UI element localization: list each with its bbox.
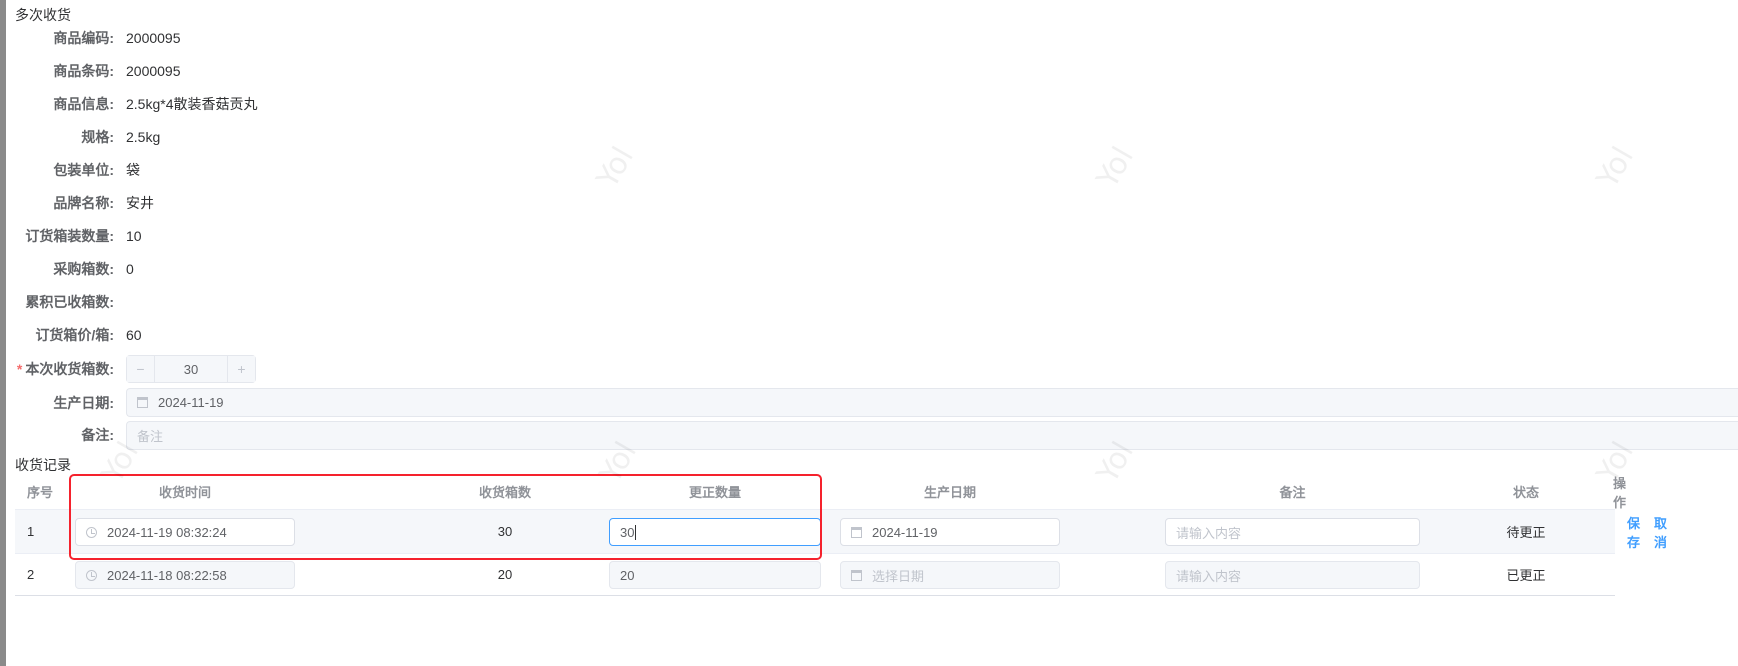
production-date-picker: 选择日期 — [840, 561, 1060, 589]
info-row: 商品条码: 2000095 — [0, 61, 181, 81]
field-label: 品牌名称: — [53, 195, 114, 211]
info-row: 包装单位: 袋 — [0, 160, 140, 180]
qty-value[interactable]: 30 — [155, 356, 227, 382]
info-row: 商品编码: 2000095 — [0, 28, 181, 48]
remark-row: 备注: — [81, 427, 114, 443]
field-value: 2.5kg*4散装香菇贡丸 — [126, 96, 258, 112]
field-value: 2000095 — [126, 30, 181, 46]
field-label: 商品条码: — [53, 63, 114, 79]
info-row: 采购箱数: 0 — [0, 259, 134, 279]
field-label: 规格: — [81, 129, 114, 145]
records-title: 收货记录 — [15, 457, 71, 473]
table-row: 2 2024-11-18 08:22:58 20 20 选择日期 请输入内容 已… — [15, 554, 1615, 596]
info-row: 规格: 2.5kg — [0, 127, 160, 147]
date-row: 生产日期: — [53, 395, 114, 411]
info-row: 商品信息: 2.5kg*4散装香菇贡丸 — [0, 94, 257, 114]
field-value: 2000095 — [126, 63, 181, 79]
info-row: 订货箱装数量: 10 — [0, 226, 142, 246]
watermark: Yol — [1090, 140, 1141, 195]
remark-input[interactable]: 备注 — [126, 421, 1738, 450]
field-value: 10 — [126, 228, 142, 244]
field-label: 订货箱装数量: — [25, 228, 114, 244]
qty-row: * 本次收货箱数: — [16, 361, 114, 377]
receive-time-input: 2024-11-18 08:22:58 — [75, 561, 295, 589]
required-mark: * — [16, 361, 23, 377]
info-row: 品牌名称: 安井 — [0, 193, 154, 213]
field-label: 商品信息: — [53, 96, 114, 112]
watermark: Yol — [590, 140, 641, 195]
field-label: 采购箱数: — [53, 261, 114, 277]
info-row: 订货箱价/箱: 60 — [0, 325, 142, 345]
remark-input[interactable]: 请输入内容 — [1165, 518, 1420, 546]
field-value: 0 — [126, 261, 134, 277]
production-date-picker[interactable]: 2024-11-19 — [840, 518, 1060, 546]
status-text: 已更正 — [1506, 568, 1546, 583]
production-date-input[interactable]: 2024-11-19 — [126, 388, 1738, 417]
watermark: Yol — [1590, 140, 1641, 195]
status-text: 待更正 — [1506, 525, 1546, 540]
dialog-title: 多次收货 — [15, 7, 71, 23]
corrected-qty-input: 20 — [609, 561, 821, 589]
field-value: 安井 — [126, 195, 154, 211]
field-value: 袋 — [126, 162, 140, 178]
field-label: 订货箱价/箱: — [35, 327, 114, 343]
field-label: 包装单位: — [53, 162, 114, 178]
increment-button[interactable]: + — [227, 356, 255, 382]
clock-icon — [86, 569, 97, 581]
cancel-button[interactable]: 取消 — [1654, 513, 1667, 551]
field-value: 60 — [126, 327, 142, 343]
field-label: 商品编码: — [53, 30, 114, 46]
field-value: 2.5kg — [126, 129, 161, 145]
qty-stepper[interactable]: − 30 + — [126, 355, 256, 383]
save-button[interactable]: 保存 — [1627, 513, 1640, 551]
field-label: 累积已收箱数: — [25, 294, 114, 310]
remark-input: 请输入内容 — [1165, 561, 1420, 589]
calendar-icon — [137, 397, 148, 408]
info-row: 累积已收箱数: — [0, 292, 126, 312]
highlight-annotation — [69, 474, 822, 560]
decrement-button[interactable]: − — [127, 356, 155, 382]
calendar-icon — [851, 526, 862, 538]
calendar-icon — [851, 569, 862, 581]
